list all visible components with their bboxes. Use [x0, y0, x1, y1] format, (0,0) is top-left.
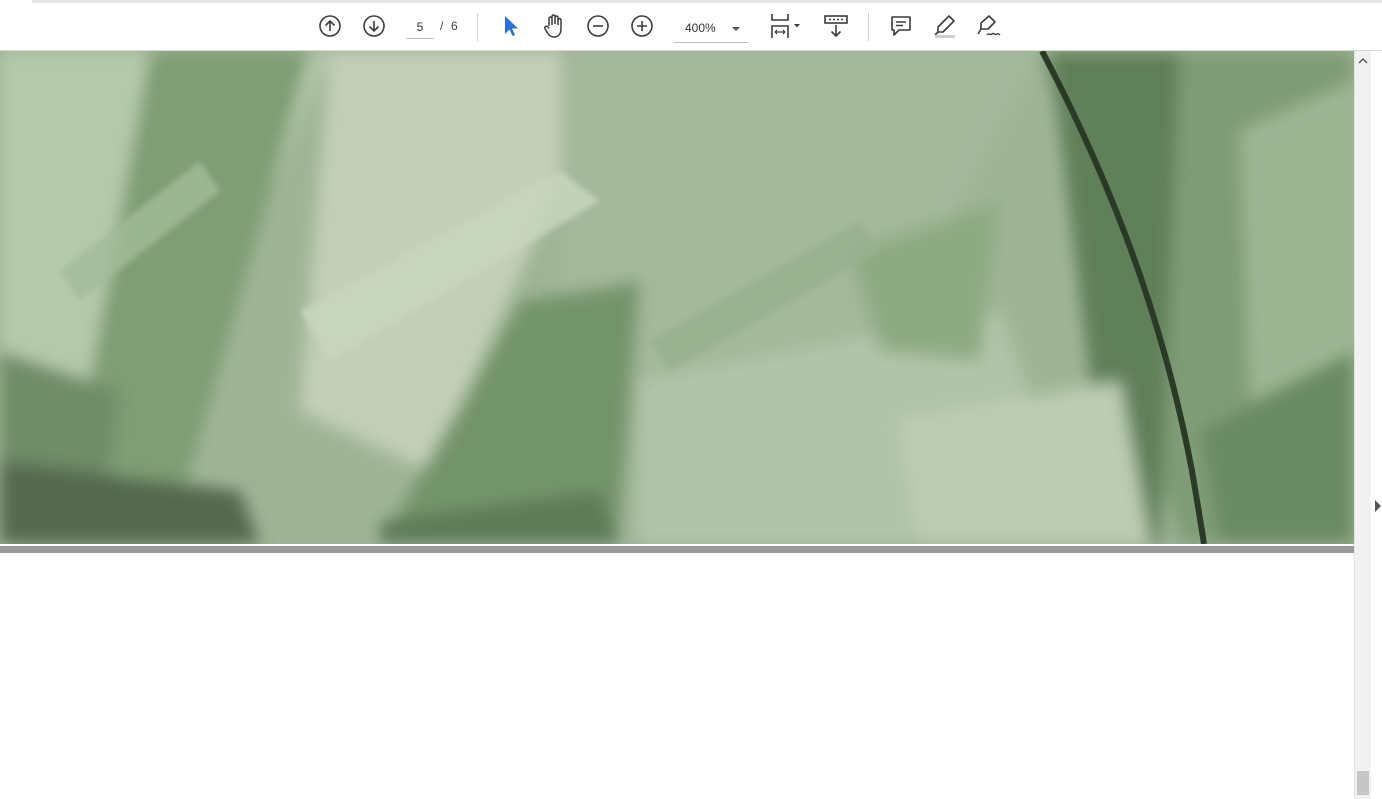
- toolbar-divider: [477, 13, 478, 41]
- signature-pen-icon: [977, 15, 1001, 36]
- document-viewport[interactable]: [0, 51, 1354, 799]
- expand-panel-icon[interactable]: [1375, 500, 1381, 512]
- scroll-mode-icon: [824, 15, 848, 38]
- arrow-up-circle-icon: [319, 15, 341, 37]
- toolbar-divider: [868, 13, 869, 41]
- page-artwork-graphic: [0, 51, 1354, 544]
- viewer-toolbar: / 6 400%: [0, 3, 1382, 51]
- minus-circle-icon: [587, 15, 609, 37]
- select-tool-button[interactable]: [495, 11, 525, 41]
- zoom-level-value: 400%: [685, 21, 716, 35]
- comment-icon: [891, 16, 911, 36]
- sign-button[interactable]: [974, 11, 1004, 41]
- hand-tool-button[interactable]: [539, 11, 569, 41]
- next-page-sheet: [0, 553, 1354, 799]
- highlighter-icon: [934, 15, 955, 38]
- cursor-arrow-icon: [505, 16, 518, 36]
- chevron-down-icon: [732, 27, 740, 31]
- add-comment-button[interactable]: [886, 11, 916, 41]
- fit-page-icon: [771, 14, 800, 38]
- fit-page-button[interactable]: [768, 11, 804, 41]
- page-separator-bar: [0, 546, 1354, 553]
- arrow-down-circle-icon: [363, 15, 385, 37]
- scroll-mode-button[interactable]: [821, 11, 851, 41]
- previous-page-button[interactable]: [315, 11, 345, 41]
- page-number-input[interactable]: [406, 16, 434, 39]
- hand-icon: [544, 14, 562, 38]
- vertical-scrollbar[interactable]: [1354, 51, 1371, 799]
- plus-circle-icon: [631, 15, 653, 37]
- zoom-level-select[interactable]: 400%: [674, 16, 748, 43]
- highlight-button[interactable]: [930, 11, 960, 41]
- scroll-up-arrow-icon[interactable]: [1358, 56, 1368, 66]
- page-artwork: [0, 51, 1354, 544]
- side-panel-strip: [1371, 51, 1382, 799]
- scrollbar-thumb[interactable]: [1357, 771, 1369, 795]
- page-separator: /: [440, 19, 444, 33]
- next-page-button[interactable]: [359, 11, 389, 41]
- zoom-out-button[interactable]: [583, 11, 613, 41]
- page-total: 6: [451, 19, 458, 33]
- zoom-in-button[interactable]: [627, 11, 657, 41]
